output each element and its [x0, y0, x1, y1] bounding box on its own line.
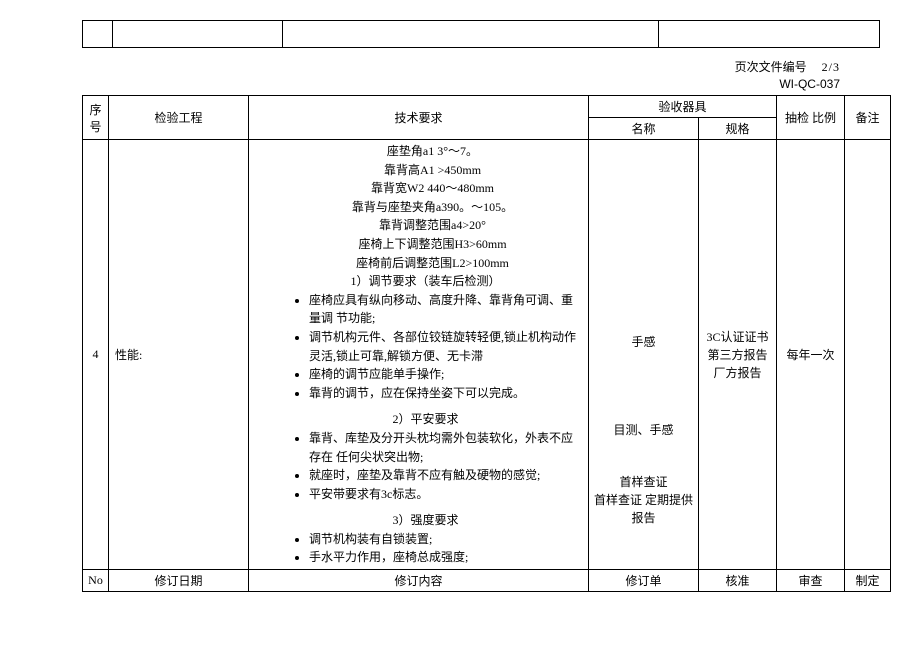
- foot-review: 审查: [777, 570, 845, 592]
- sect3-title: 3）强度要求: [253, 511, 584, 530]
- col-sampling: 抽检 比例: [777, 96, 845, 140]
- spec-s2: 第三方报告 厂方报告: [703, 346, 772, 382]
- col-req: 技术要求: [249, 96, 589, 140]
- spec-line: 座垫角a1 3°〜7。: [253, 142, 584, 161]
- spec-s1: 3C认证证书: [703, 328, 772, 346]
- sampling-text: 每年一次: [781, 346, 840, 364]
- page-label: 页次文件编号: [735, 60, 807, 74]
- document-id: WI-QC-037: [40, 77, 880, 91]
- topbox-col2: [113, 21, 283, 47]
- cell-sampling: 每年一次: [777, 140, 845, 570]
- col-no: 序号: [83, 96, 109, 140]
- cell-requirements: 座垫角a1 3°〜7。 靠背高A1 >450mm 靠背宽W2 440〜480mm…: [249, 140, 589, 570]
- sect1-bullet: 调节机构元件、各部位铰链旋转轻便,锁止机构动作灵活,锁止可靠,解锁方便、无卡滞: [309, 328, 584, 365]
- data-row: 4 性能: 座垫角a1 3°〜7。 靠背高A1 >450mm 靠背宽W2 440…: [83, 140, 891, 570]
- sect1-bullet: 座椅的调节应能单手操作;: [309, 365, 584, 384]
- col-note: 备注: [845, 96, 891, 140]
- instr-n2: 目测、手感: [593, 421, 694, 439]
- sect2-bullet: 就座时，座垫及靠背不应有触及硬物的感觉;: [309, 466, 584, 485]
- instr-n1: 手感: [593, 333, 694, 351]
- cell-instr-name: 手感 目测、手感 首样查证 首样查证 定期提供报告: [589, 140, 699, 570]
- sect3-bullet: 手水平力作用，座椅总成强度;: [309, 548, 584, 567]
- header-row-1: 序号 检验工程 技术要求 验收器具 抽检 比例 备注: [83, 96, 891, 118]
- inspection-table: 序号 检验工程 技术要求 验收器具 抽检 比例 备注 名称 规格 4 性能: 座…: [82, 95, 891, 592]
- topbox-col1: [83, 21, 113, 47]
- page-header-line: 页次文件编号 2/3: [40, 58, 880, 75]
- spec-line: 靠背与座垫夹角a390。〜105。: [253, 198, 584, 217]
- col-instr-spec: 规格: [699, 118, 777, 140]
- col-instr-group: 验收器具: [589, 96, 777, 118]
- cell-note: [845, 140, 891, 570]
- spec-line: 座椅上下调整范围H3>60mm: [253, 235, 584, 254]
- foot-date: 修订日期: [109, 570, 249, 592]
- sect1-title: 1）调节要求（装车后检测）: [253, 272, 584, 291]
- spec-line: 靠背高A1 >450mm: [253, 161, 584, 180]
- cell-instr-spec: 3C认证证书 第三方报告 厂方报告: [699, 140, 777, 570]
- foot-make: 制定: [845, 570, 891, 592]
- spec-line: 靠背宽W2 440〜480mm: [253, 179, 584, 198]
- foot-content: 修订内容: [249, 570, 589, 592]
- topbox-col4: [659, 21, 879, 47]
- instr-n3: 首样查证: [593, 473, 694, 491]
- foot-order: 修订单: [589, 570, 699, 592]
- sect2-title: 2）平安要求: [253, 410, 584, 429]
- footer-row: No 修订日期 修订内容 修订单 核准 审查 制定: [83, 570, 891, 592]
- foot-approve: 核准: [699, 570, 777, 592]
- header-empty-box: [82, 20, 880, 48]
- spec-line: 靠背调整范围a4>20°: [253, 216, 584, 235]
- sect2-bullet: 靠背、库垫及分开头枕均需外包装软化，外表不应存在 任何尖状突出物;: [309, 429, 584, 466]
- spec-line: 座椅前后调整范围L2>100mm: [253, 254, 584, 273]
- cell-no: 4: [83, 140, 109, 570]
- instr-n4: 首样查证 定期提供报告: [593, 491, 694, 527]
- cell-item: 性能:: [109, 140, 249, 570]
- topbox-col3: [283, 21, 659, 47]
- page-number: 2/3: [822, 60, 840, 74]
- sect3-bullet: 调节机构装有自锁装置;: [309, 530, 584, 549]
- sect1-bullet: 靠背的调节，应在保持坐姿下可以完成。: [309, 384, 584, 403]
- sect2-bullet: 平安带要求有3c标志。: [309, 485, 584, 504]
- col-instr-name: 名称: [589, 118, 699, 140]
- col-item: 检验工程: [109, 96, 249, 140]
- sect1-bullet: 座椅应具有纵向移动、高度升降、靠背角可调、重量调 节功能;: [309, 291, 584, 328]
- foot-no: No: [83, 570, 109, 592]
